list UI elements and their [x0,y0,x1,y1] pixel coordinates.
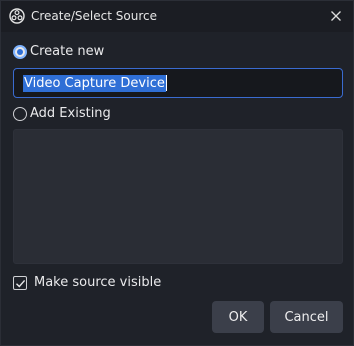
add-existing-radio[interactable]: Add Existing [13,105,111,123]
add-existing-label: Add Existing [30,106,111,121]
make-source-visible-checkbox[interactable]: Make source visible [13,274,161,292]
ok-button[interactable]: OK [212,301,264,333]
existing-sources-list[interactable] [13,129,343,264]
text-caret [165,75,167,91]
make-source-visible-label: Make source visible [34,275,162,290]
title-bar[interactable]: Create/Select Source [1,1,353,32]
checkbox-indicator[interactable] [13,276,27,290]
cancel-button[interactable]: Cancel [270,301,343,333]
source-name-value: Video Capture Device [23,74,166,92]
window-title: Create/Select Source [31,9,157,23]
checkmark-icon [15,279,25,288]
create-new-label: Create new [30,44,105,59]
close-button[interactable] [327,7,345,25]
source-name-input[interactable]: Video Capture Device [13,68,343,98]
create-new-radio[interactable]: Create new [13,43,104,61]
obs-logo-icon [9,8,25,24]
close-icon [331,11,341,21]
create-new-radio-indicator[interactable] [13,45,27,59]
create-select-source-dialog: Create/Select Source Create new Video Ca… [0,0,354,346]
add-existing-radio-indicator[interactable] [13,107,27,121]
